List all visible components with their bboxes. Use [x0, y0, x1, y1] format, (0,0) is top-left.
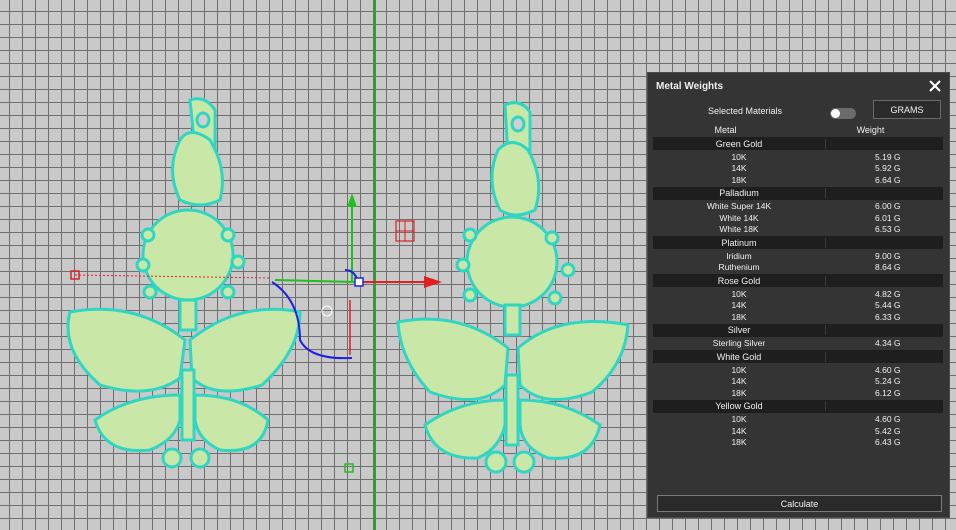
metal-cell: 18K [731, 311, 747, 322]
table-row: 14K 5.44 G [653, 300, 943, 312]
metal-cell: 10K [731, 414, 747, 425]
table-row: 18K 6.64 G [653, 174, 943, 186]
group-name: Green Gold [653, 138, 826, 149]
toggle-knob [831, 109, 840, 118]
weight-cell: 6.53 G [875, 224, 901, 235]
table-row: 10K 4.60 G [653, 414, 943, 426]
weight-cell: 8.64 G [875, 262, 901, 273]
weight-cell: 6.00 G [875, 201, 901, 212]
calculate-button[interactable]: Calculate [657, 495, 942, 512]
table-row: White 18K 6.53 G [653, 224, 943, 236]
group-header-row: Silver [653, 323, 943, 337]
table-row: 18K 6.43 G [653, 437, 943, 449]
metal-cell: White 14K [719, 212, 759, 223]
group-header-row: Platinum [653, 236, 943, 249]
table-row: White Super 14K 6.00 G [653, 201, 943, 213]
weight-cell: 6.33 G [875, 311, 901, 322]
x-axis-arrowhead[interactable] [424, 276, 442, 288]
table-row: Sterling Silver 4.34 G [653, 338, 943, 350]
weight-cell: 5.42 G [875, 425, 901, 436]
table-row: 10K 4.60 G [653, 364, 943, 376]
metal-cell: 14K [731, 163, 747, 174]
group-name: Rose Gold [653, 275, 826, 286]
group-name: Silver [653, 325, 826, 335]
table-row: Iridium 9.00 G [653, 250, 943, 262]
metal-cell: 18K [731, 174, 747, 185]
group-name: Palladium [653, 188, 826, 198]
weight-cell: 4.60 G [875, 414, 901, 425]
metal-cell: Iridium [726, 250, 752, 261]
metal-cell: 14K [731, 300, 747, 311]
metal-cell: 18K [731, 387, 747, 398]
right-earring-model[interactable] [396, 101, 630, 474]
weight-cell: 5.44 G [875, 300, 901, 311]
metal-cell: 18K [731, 437, 747, 448]
weight-cell: 6.01 G [875, 212, 901, 223]
table-row: 14K 5.42 G [653, 425, 943, 437]
metal-cell: White Super 14K [706, 201, 772, 212]
selected-materials-row: Selected Materials GRAMS [648, 99, 949, 125]
table-row: 10K 5.19 G [653, 151, 943, 163]
metal-cell: 14K [731, 425, 747, 436]
group-name: White Gold [653, 351, 826, 362]
metal-cell: 10K [731, 151, 747, 162]
weight-cell: 5.92 G [875, 163, 901, 174]
group-header-row: Rose Gold [653, 274, 943, 287]
metal-cell: 10K [731, 288, 747, 299]
weight-cell: 4.82 G [875, 288, 901, 299]
group-header-row: White Gold [653, 350, 943, 363]
table-row: 10K 4.82 G [653, 288, 943, 300]
weight-column-header: Weight [856, 124, 885, 135]
table-row: White 14K 6.01 G [653, 212, 943, 224]
table-header: Metal Weight [653, 123, 943, 136]
weight-cell: 5.19 G [875, 151, 901, 162]
weight-cell: 6.12 G [875, 387, 901, 398]
table-row: Ruthenium 8.64 G [653, 262, 943, 274]
weight-cell: 6.64 G [875, 174, 901, 185]
group-header-row: Green Gold [653, 137, 943, 150]
group-header-row: Palladium [653, 186, 943, 200]
metal-cell: 14K [731, 376, 747, 387]
group-name: Yellow Gold [653, 401, 826, 411]
left-earring-model[interactable] [66, 97, 302, 469]
weight-cell: 9.00 G [875, 250, 901, 261]
y-axis-endpoint-handle[interactable] [344, 463, 354, 473]
metal-cell: Sterling Silver [712, 338, 766, 349]
panel-title: Metal Weights [656, 80, 724, 92]
weight-cell: 4.60 G [875, 364, 901, 375]
y-axis-arrowhead[interactable] [347, 193, 357, 207]
selected-materials-toggle[interactable] [830, 108, 856, 119]
weight-cell: 4.34 G [875, 338, 901, 349]
table-row: 14K 5.92 G [653, 163, 943, 175]
table-row: 18K 6.12 G [653, 387, 943, 399]
selected-materials-label: Selected Materials [708, 106, 783, 116]
metal-cell: 10K [731, 364, 747, 375]
y-axis-line [274, 279, 356, 283]
weight-cell: 5.24 G [875, 376, 901, 387]
close-icon[interactable] [929, 80, 941, 92]
metal-weights-table: Metal Weight Green Gold 10K 5.19 G 14K 5.92 … [653, 123, 943, 448]
gizmo-center-handle[interactable] [354, 277, 364, 287]
metal-cell: White 18K [719, 224, 759, 235]
group-name: Platinum [653, 237, 826, 248]
metal-column-header: Metal [714, 124, 737, 135]
metal-cell: Ruthenium [718, 262, 760, 273]
weight-cell: 6.43 G [875, 437, 901, 448]
group-header-row: Yellow Gold [653, 399, 943, 413]
metal-weights-panel: Metal Weights Selected Materials GRAMS M… [647, 72, 950, 518]
table-row: 14K 5.24 G [653, 376, 943, 388]
table-row: 18K 6.33 G [653, 311, 943, 323]
panel-header: Metal Weights [648, 73, 949, 99]
pivot-point-icon [321, 305, 333, 317]
units-button[interactable]: GRAMS [873, 100, 941, 119]
